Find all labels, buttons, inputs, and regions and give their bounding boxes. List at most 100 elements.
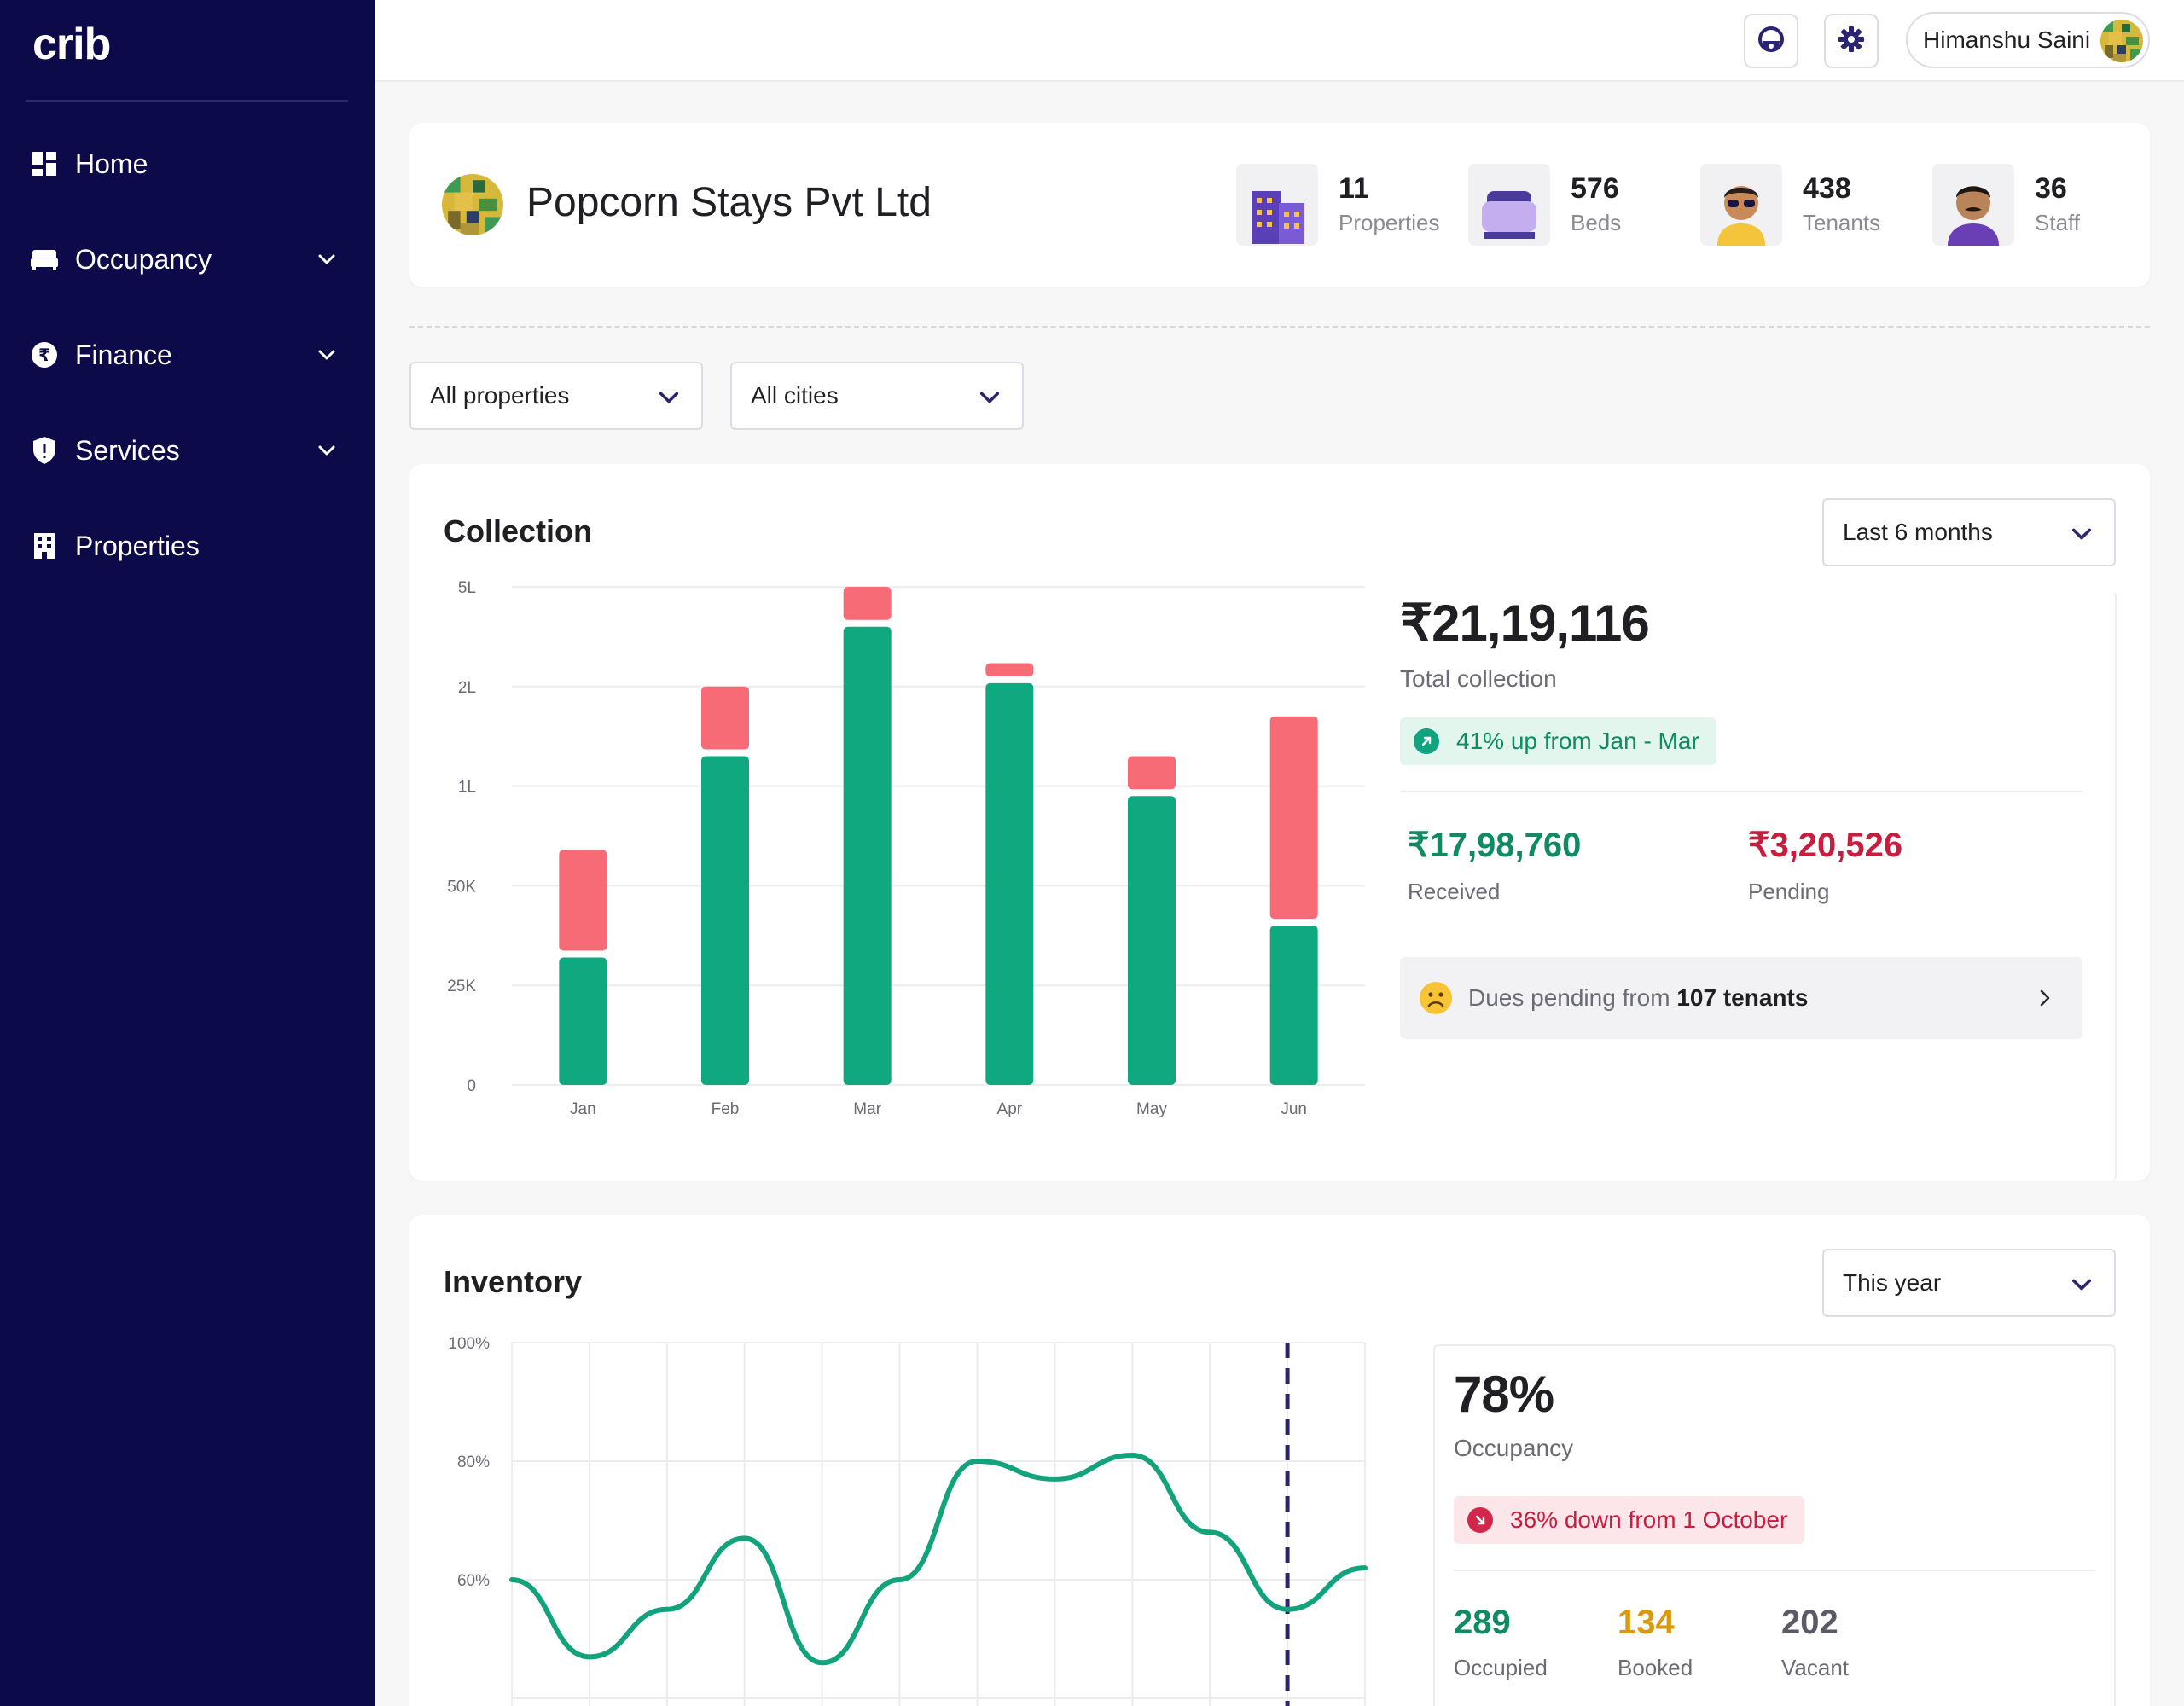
booked-label: Booked [1618, 1655, 1693, 1680]
stat-value: 438 [1803, 172, 1851, 205]
bar-pending [559, 850, 607, 951]
sidebar-item-services[interactable]: Services [0, 416, 375, 485]
inventory-title: Inventory [444, 1264, 583, 1299]
avatar [2100, 20, 2143, 62]
staff-avatar-icon [1932, 164, 2014, 246]
company-summary-card: Popcorn Stays Pvt Ltd 11 Properties 576 … [410, 123, 2150, 287]
occupancy-value: 78% [1454, 1366, 1554, 1423]
bed-icon [1468, 164, 1550, 246]
gear-icon [1838, 26, 1865, 57]
inventory-line-chart: 100% 80% 60% [448, 1335, 1368, 1706]
inventory-period-select[interactable]: This year [1822, 1249, 2116, 1317]
collection-trend-badge: 41% up from Jan - Mar [1400, 717, 1716, 765]
stat-label: Beds [1571, 210, 1622, 235]
bar-received [701, 756, 749, 1085]
y-tick-label: 1L [458, 779, 476, 797]
stat-label: Staff [2035, 210, 2081, 235]
occupancy-trend-badge: 36% down from 1 October [1454, 1496, 1805, 1544]
support-button[interactable] [1744, 14, 1798, 68]
sidebar: crib Home Occupancy ₹ Finance Services P… [0, 0, 375, 1706]
dues-prefix: Dues pending from [1468, 984, 1677, 1011]
inventory-card: Inventory This year 100% 80% 60% 78% Occup… [410, 1215, 2150, 1706]
total-collection-value: ₹21,19,116 [1400, 595, 1650, 652]
properties-filter[interactable]: All properties [410, 362, 703, 430]
trend-text: 41% up from Jan - Mar [1456, 728, 1699, 754]
bar-pending [1269, 716, 1318, 920]
building-icon [29, 531, 60, 561]
divider [1454, 1570, 2095, 1571]
sidebar-item-label: Services [75, 434, 180, 466]
booked-count: 134 [1618, 1604, 1675, 1641]
x-tick-label: Feb [712, 1100, 740, 1118]
arrow-down-right-icon [1467, 1507, 1493, 1533]
stat-label: Tenants [1803, 210, 1881, 235]
sidebar-item-properties[interactable]: Properties [0, 512, 375, 580]
company-name: Popcorn Stays Pvt Ltd [526, 180, 932, 225]
x-tick-label: Mar [853, 1100, 881, 1118]
sidebar-item-finance[interactable]: ₹ Finance [0, 321, 375, 389]
x-tick-label: Jun [1281, 1100, 1307, 1118]
settings-button[interactable] [1824, 14, 1879, 68]
dues-pending-row[interactable]: Dues pending from 107 tenants [1400, 957, 2082, 1039]
select-value: All properties [430, 382, 570, 409]
occupancy-line [509, 1453, 1368, 1666]
chevron-down-icon [657, 386, 681, 409]
trend-text: 36% down from 1 October [1510, 1506, 1788, 1533]
cities-filter[interactable]: All cities [730, 362, 1024, 430]
bed-icon [29, 244, 60, 275]
bar-received [559, 957, 607, 1085]
y-tick-label: 100% [448, 1335, 490, 1353]
stat-label: Properties [1339, 210, 1440, 235]
bar-pending [843, 587, 892, 620]
sidebar-divider [26, 100, 348, 102]
chevron-down-icon [2070, 522, 2094, 546]
arrow-up-right-icon [1414, 728, 1439, 754]
select-value: This year [1843, 1269, 1942, 1296]
x-tick-label: May [1136, 1100, 1167, 1118]
sad-face-icon [1419, 981, 1453, 1015]
occupancy-label: Occupancy [1454, 1435, 1574, 1461]
chevron-down-icon [314, 247, 340, 272]
bar-received [985, 682, 1034, 1085]
y-tick-label: 0 [467, 1077, 476, 1095]
top-bar: Himanshu Saini [375, 0, 2184, 82]
bar-received [1128, 796, 1176, 1085]
pending-amount: ₹3,20,526 [1748, 827, 1903, 864]
tenant-avatar-icon [1700, 164, 1782, 246]
app-logo[interactable]: crib [32, 19, 111, 70]
collection-bar-chart: 0 25K 50K 1L 2L 5L Jan Feb Mar Apr May Jun [447, 579, 1365, 1118]
y-tick-label: 50K [447, 878, 476, 896]
dues-text: Dues pending from 107 tenants [1468, 984, 1808, 1012]
bar-received [843, 626, 892, 1085]
total-collection-label: Total collection [1400, 665, 1557, 692]
section-divider [410, 326, 2150, 328]
sidebar-item-label: Home [75, 148, 148, 179]
divider [1400, 791, 2082, 792]
collection-period-select[interactable]: Last 6 months [1822, 498, 2116, 566]
sidebar-item-home[interactable]: Home [0, 130, 375, 198]
y-tick-label: 5L [458, 579, 476, 597]
chevron-down-icon [2070, 1273, 2094, 1297]
svg-text:₹: ₹ [38, 345, 50, 365]
x-tick-label: Apr [997, 1100, 1023, 1118]
user-name: Himanshu Saini [1923, 26, 2091, 53]
rupee-icon: ₹ [29, 339, 60, 370]
collection-title: Collection [444, 514, 593, 548]
shield-icon [29, 435, 60, 466]
sidebar-item-label: Finance [75, 339, 172, 370]
y-tick-label: 60% [457, 1572, 490, 1590]
sidebar-item-occupancy[interactable]: Occupancy [0, 225, 375, 293]
stat-value: 11 [1339, 172, 1369, 205]
pending-label: Pending [1748, 879, 1830, 904]
y-tick-label: 80% [457, 1454, 490, 1471]
sidebar-item-label: Occupancy [75, 243, 212, 275]
company-logo [442, 174, 503, 235]
select-value: All cities [751, 382, 839, 409]
vacant-label: Vacant [1781, 1655, 1850, 1680]
chevron-down-icon [314, 438, 340, 463]
user-menu[interactable]: Himanshu Saini [1906, 12, 2150, 68]
received-amount: ₹17,98,760 [1408, 827, 1582, 864]
received-label: Received [1408, 879, 1501, 904]
chevron-right-icon [2035, 988, 2055, 1008]
headset-icon [1756, 24, 1786, 59]
